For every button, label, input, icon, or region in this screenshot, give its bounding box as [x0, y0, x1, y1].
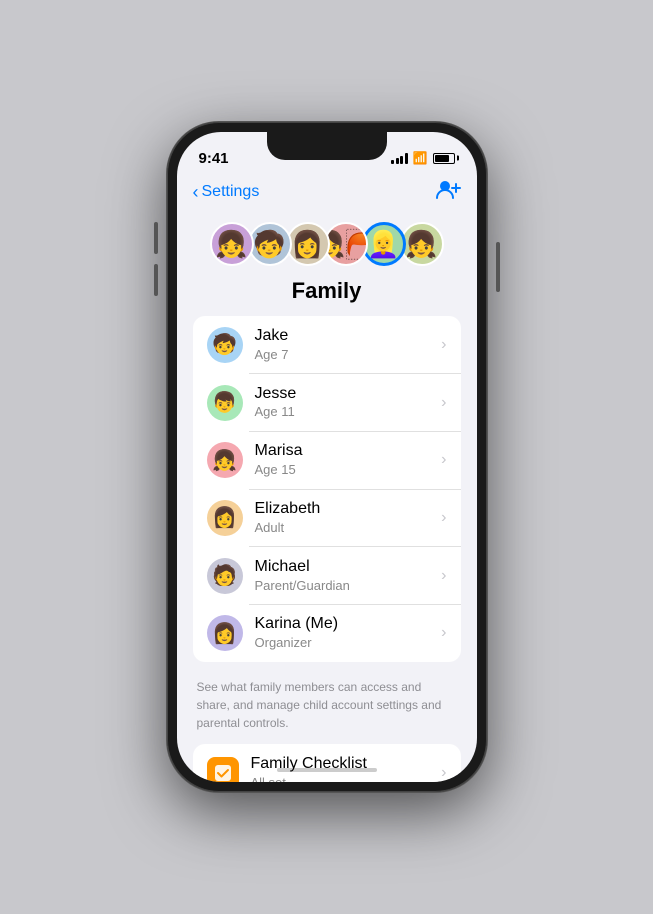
jesse-subtitle: Age 11 [255, 404, 442, 421]
elizabeth-avatar: 👩 [207, 500, 243, 536]
volume-up-button[interactable] [154, 222, 158, 254]
michael-text: Michael Parent/Guardian [255, 557, 442, 595]
avatar-0[interactable]: 👧 [210, 222, 254, 266]
avatars-section: 👧 🧒 👩 👧‍🦰 [177, 214, 477, 278]
volume-down-button[interactable] [154, 264, 158, 296]
jesse-name: Jesse [255, 384, 442, 405]
karina-text: Karina (Me) Organizer [255, 614, 442, 652]
phone-frame: 9:41 📶 ‹ Se [167, 122, 487, 792]
home-bar [277, 768, 377, 772]
michael-name: Michael [255, 557, 442, 578]
marisa-subtitle: Age 15 [255, 462, 442, 479]
avatar-1[interactable]: 🧒 [248, 222, 292, 266]
marisa-chevron-icon: › [441, 451, 446, 469]
family-member-jesse[interactable]: 👦 Jesse Age 11 › [193, 374, 461, 432]
notch [267, 132, 387, 160]
battery-icon [433, 153, 455, 164]
power-button[interactable] [496, 242, 500, 292]
family-description: See what family members can access and s… [193, 674, 461, 744]
avatar-5[interactable]: 👧 [400, 222, 444, 266]
family-member-michael[interactable]: 🧑 Michael Parent/Guardian › [193, 547, 461, 605]
jake-text: Jake Age 7 [255, 326, 442, 364]
back-chevron-icon: ‹ [193, 183, 199, 201]
jesse-text: Jesse Age 11 [255, 384, 442, 422]
avatar-row: 👧 🧒 👩 👧‍🦰 [210, 222, 444, 266]
jake-subtitle: Age 7 [255, 347, 442, 364]
family-members-list: 🧒 Jake Age 7 › 👦 [193, 316, 461, 662]
michael-chevron-icon: › [441, 567, 446, 585]
elizabeth-subtitle: Adult [255, 520, 442, 537]
jesse-chevron-icon: › [441, 394, 446, 412]
wifi-icon: 📶 [413, 151, 428, 165]
family-member-jake[interactable]: 🧒 Jake Age 7 › [193, 316, 461, 374]
status-icons: 📶 [391, 151, 454, 165]
phone-content: 9:41 📶 ‹ Se [177, 132, 477, 782]
back-button[interactable]: ‹ Settings [193, 183, 260, 201]
elizabeth-text: Elizabeth Adult [255, 499, 442, 537]
signal-icon [391, 153, 408, 164]
jake-avatar: 🧒 [207, 327, 243, 363]
michael-avatar: 🧑 [207, 558, 243, 594]
marisa-avatar: 👧 [207, 442, 243, 478]
family-member-elizabeth[interactable]: 👩 Elizabeth Adult › [193, 489, 461, 547]
jake-name: Jake [255, 326, 442, 347]
content-area: 🧒 Jake Age 7 › 👦 [177, 316, 477, 782]
elizabeth-chevron-icon: › [441, 509, 446, 527]
avatar-3[interactable]: 👧‍🦰 [324, 222, 368, 266]
marisa-text: Marisa Age 15 [255, 441, 442, 479]
karina-name: Karina (Me) [255, 614, 442, 635]
michael-subtitle: Parent/Guardian [255, 578, 442, 595]
jake-chevron-icon: › [441, 336, 446, 354]
avatar-4[interactable]: 👱‍♀️ [362, 222, 406, 266]
phone-screen: 9:41 📶 ‹ Se [177, 132, 477, 782]
elizabeth-name: Elizabeth [255, 499, 442, 520]
scroll-content[interactable]: 👧 🧒 👩 👧‍🦰 [177, 214, 477, 782]
jesse-avatar: 👦 [207, 385, 243, 421]
karina-chevron-icon: › [441, 624, 446, 642]
page-title: Family [177, 278, 477, 316]
status-time: 9:41 [199, 150, 229, 167]
family-member-karina[interactable]: 👩 Karina (Me) Organizer › [193, 604, 461, 662]
karina-avatar: 👩 [207, 615, 243, 651]
marisa-name: Marisa [255, 441, 442, 462]
add-person-icon [435, 178, 461, 200]
add-family-button[interactable] [435, 178, 461, 206]
home-indicator [177, 760, 477, 776]
navigation-bar: ‹ Settings [177, 176, 477, 214]
karina-subtitle: Organizer [255, 635, 442, 652]
family-member-marisa[interactable]: 👧 Marisa Age 15 › [193, 431, 461, 489]
avatar-2[interactable]: 👩 [286, 222, 330, 266]
back-label: Settings [202, 183, 260, 201]
